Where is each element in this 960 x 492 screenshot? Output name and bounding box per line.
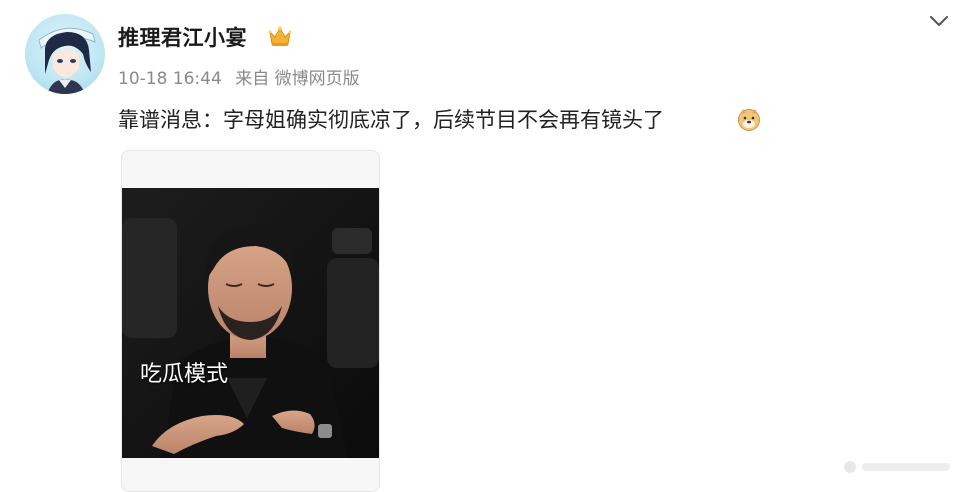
- media-card[interactable]: 吃瓜模式: [121, 150, 380, 492]
- post-timestamp[interactable]: 10-18 16:44: [118, 69, 222, 89]
- doge-emoji-icon: [736, 107, 762, 131]
- video-thumbnail[interactable]: 吃瓜模式: [122, 188, 379, 458]
- thumbnail-image: [122, 188, 379, 458]
- weibo-watermark: [842, 458, 952, 473]
- username[interactable]: 推理君江小宴: [118, 22, 247, 52]
- avatar-character-illustration: [38, 27, 96, 94]
- crown-icon: [267, 24, 293, 48]
- user-avatar[interactable]: [25, 14, 105, 94]
- chevron-down-icon[interactable]: [926, 12, 952, 30]
- post-meta: 10-18 16:44 来自 微博网页版: [118, 64, 360, 89]
- post-body-text: 靠谱消息：字母姐确实彻底凉了，后续节目不会再有镜头了: [118, 108, 664, 132]
- post-source: 来自 微博网页版: [235, 69, 360, 89]
- media-caption: 吃瓜模式: [140, 362, 229, 387]
